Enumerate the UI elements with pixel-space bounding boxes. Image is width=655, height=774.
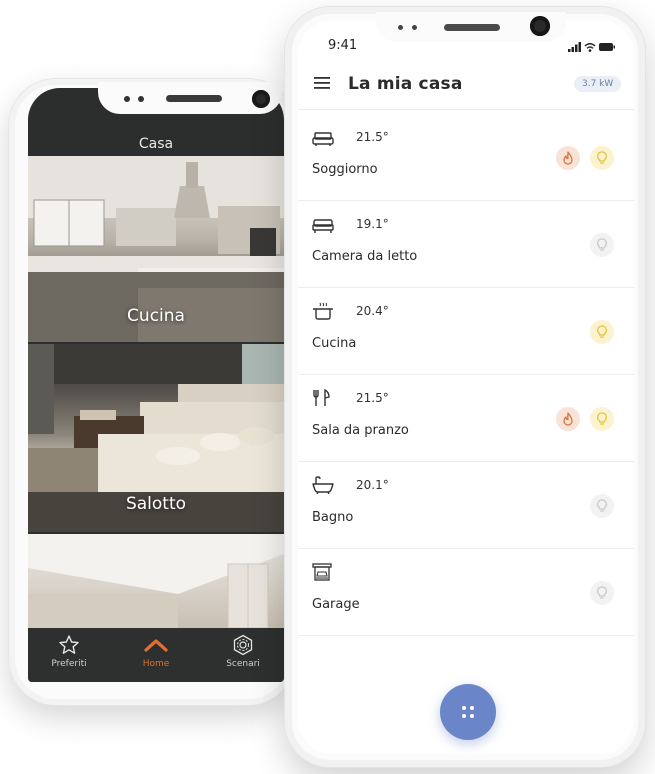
- bed-icon: [312, 219, 334, 233]
- heating-button[interactable]: [556, 407, 580, 431]
- room-row-cucina[interactable]: 20.4° Cucina: [298, 288, 634, 375]
- tab-label: Scenari: [226, 659, 260, 669]
- home-icon: [144, 639, 168, 652]
- room-temperature: 21.5°: [356, 130, 389, 144]
- back-phone-notch: [98, 82, 282, 114]
- light-button[interactable]: [590, 320, 614, 344]
- room-name: Camera da letto: [312, 249, 418, 264]
- heating-button[interactable]: [556, 146, 580, 170]
- tab-preferiti[interactable]: Preferiti: [34, 634, 104, 669]
- tab-label: Preferiti: [51, 659, 87, 669]
- flame-icon: [563, 412, 573, 426]
- grid-dots-icon: [462, 706, 474, 718]
- tab-home[interactable]: Home: [121, 634, 191, 669]
- room-card-salotto[interactable]: Salotto: [28, 344, 284, 532]
- light-button[interactable]: [590, 233, 614, 257]
- signal-wifi-battery-icon: [568, 42, 615, 52]
- speaker-grill: [166, 95, 222, 102]
- light-button[interactable]: [590, 581, 614, 605]
- room-name: Soggiorno: [312, 162, 378, 177]
- bulb-icon: [597, 325, 607, 338]
- page-title: La mia casa: [348, 74, 463, 94]
- power-badge: 3.7 kW: [574, 76, 622, 92]
- light-button[interactable]: [590, 494, 614, 518]
- room-card-third[interactable]: [28, 534, 284, 628]
- bulb-icon: [597, 412, 607, 425]
- front-phone-notch: [376, 12, 566, 42]
- speaker-grill: [444, 24, 500, 31]
- flame-icon: [563, 151, 573, 165]
- camera-icon: [252, 90, 270, 108]
- room-row-soggiorno[interactable]: 21.5° Soggiorno: [298, 114, 634, 201]
- room-temperature: 19.1°: [356, 217, 389, 231]
- scenes-icon: [233, 634, 253, 656]
- sensor-dot: [412, 25, 417, 30]
- light-button[interactable]: [590, 146, 614, 170]
- room-name: Sala da pranzo: [312, 423, 409, 438]
- garage-icon: [312, 563, 332, 581]
- room-row-sala-da-pranzo[interactable]: 21.5° Sala da pranzo: [298, 375, 634, 462]
- room-name: Bagno: [312, 510, 354, 525]
- front-phone-screen: 9:41 La mia casa 3.7 kW 21.5° Soggiorno …: [298, 20, 634, 754]
- sensor-dot: [138, 96, 144, 102]
- pot-icon: [313, 302, 333, 320]
- sofa-icon: [312, 132, 334, 146]
- back-screen-title: Casa: [138, 136, 174, 152]
- star-icon: [59, 635, 79, 654]
- status-icons: [568, 38, 616, 57]
- bulb-icon: [597, 238, 607, 251]
- room-name: Cucina: [312, 336, 357, 351]
- bathtub-icon: [312, 476, 334, 494]
- sensor-dot: [398, 25, 403, 30]
- room-row-camera-da-letto[interactable]: 19.1° Camera da letto: [298, 201, 634, 288]
- room-row-bagno[interactable]: 20.1° Bagno: [298, 462, 634, 549]
- camera-icon: [530, 16, 550, 36]
- app-header: La mia casa 3.7 kW: [298, 64, 634, 110]
- back-phone-screen: Casa Cucina Salotto Preferiti Home Scena…: [28, 88, 284, 682]
- bulb-icon: [597, 499, 607, 512]
- room-card-cucina[interactable]: Cucina: [28, 156, 284, 342]
- bedroom-photo: [28, 534, 284, 628]
- room-temperature: 20.1°: [356, 478, 389, 492]
- bulb-icon: [597, 586, 607, 599]
- cutlery-icon: [313, 389, 330, 406]
- status-time: 9:41: [328, 38, 358, 53]
- room-card-label: Cucina: [127, 306, 185, 326]
- room-name: Garage: [312, 597, 360, 612]
- room-card-label: Salotto: [125, 494, 187, 514]
- room-temperature: 21.5°: [356, 391, 389, 405]
- room-temperature: 20.4°: [356, 304, 389, 318]
- menu-icon[interactable]: [314, 76, 330, 90]
- sensor-dot: [124, 96, 130, 102]
- back-tab-bar: Preferiti Home Scenari: [28, 628, 284, 682]
- room-row-garage[interactable]: Garage: [298, 549, 634, 636]
- light-button[interactable]: [590, 407, 614, 431]
- tab-scenari[interactable]: Scenari: [208, 634, 278, 669]
- scenes-fab-button[interactable]: [440, 684, 496, 740]
- bulb-icon: [597, 151, 607, 164]
- tab-label: Home: [142, 659, 170, 669]
